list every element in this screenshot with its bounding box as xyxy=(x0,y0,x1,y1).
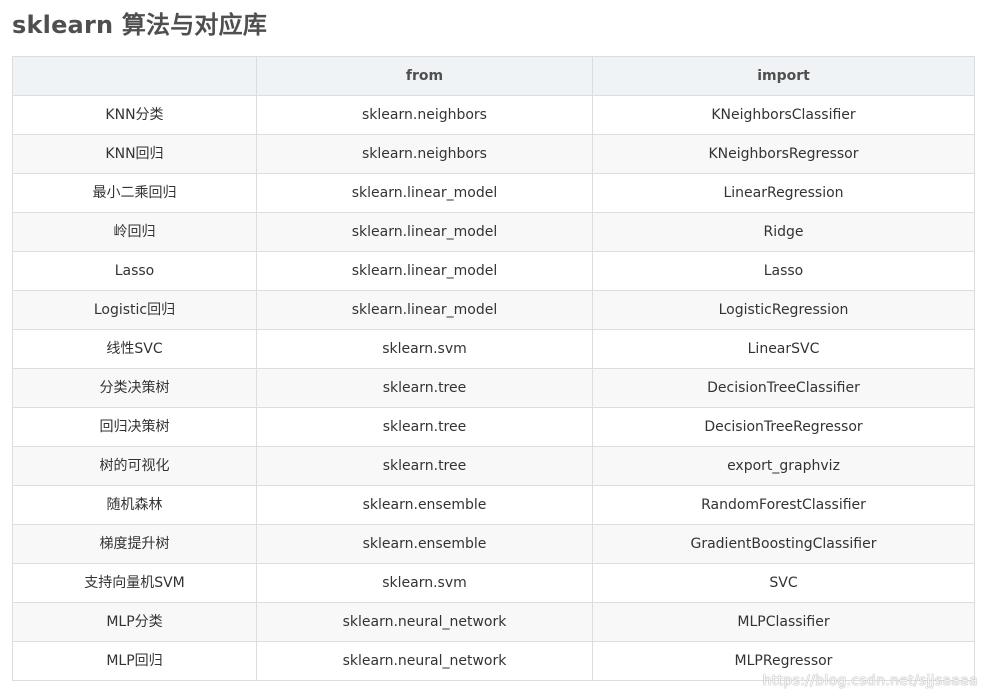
table-row: Logistic回归 sklearn.linear_model LogisticRe… xyxy=(12,290,975,330)
module-cell: sklearn.tree xyxy=(256,446,593,486)
algorithm-cell: 最小二乘回归 xyxy=(12,173,257,213)
module-cell: sklearn.neighbors xyxy=(256,134,593,174)
table-header: from import xyxy=(12,56,975,96)
class-cell: LinearRegression xyxy=(592,173,975,213)
module-cell: sklearn.linear_model xyxy=(256,173,593,213)
algorithm-cell: MLP分类 xyxy=(12,602,257,642)
table-row: 回归决策树 sklearn.tree DecisionTreeRegressor xyxy=(12,407,975,447)
module-cell: sklearn.linear_model xyxy=(256,212,593,252)
table-body: KNN分类 sklearn.neighbors KNeighborsClassifi… xyxy=(12,95,975,681)
table-row: 最小二乘回归 sklearn.linear_model LinearRegressi… xyxy=(12,173,975,213)
table-row: KNN回归 sklearn.neighbors KNeighborsRegresso… xyxy=(12,134,975,174)
table-row: 支持向量机SVM sklearn.svm SVC xyxy=(12,563,975,603)
table-row: 梯度提升树 sklearn.ensemble GradientBoostingCla… xyxy=(12,524,975,564)
algorithm-cell: 树的可视化 xyxy=(12,446,257,486)
module-cell: sklearn.tree xyxy=(256,368,593,408)
class-cell: GradientBoostingClassifier xyxy=(592,524,975,564)
class-cell: LinearSVC xyxy=(592,329,975,369)
class-cell: LogisticRegression xyxy=(592,290,975,330)
class-cell: KNeighborsClassifier xyxy=(592,95,975,135)
module-cell: sklearn.ensemble xyxy=(256,485,593,525)
algorithm-cell: 支持向量机SVM xyxy=(12,563,257,603)
module-cell: sklearn.ensemble xyxy=(256,524,593,564)
algorithm-cell: 随机森林 xyxy=(12,485,257,525)
algorithm-cell: Logistic回归 xyxy=(12,290,257,330)
algorithm-cell: 线性SVC xyxy=(12,329,257,369)
class-cell: RandomForestClassifier xyxy=(592,485,975,525)
table-row: 线性SVC sklearn.svm LinearSVC xyxy=(12,329,975,369)
algorithm-table: from import KNN分类 sklearn.neighbors KNeigh… xyxy=(12,56,975,681)
class-cell: export_graphviz xyxy=(592,446,975,486)
algorithm-cell: 分类决策树 xyxy=(12,368,257,408)
algorithm-cell: 岭回归 xyxy=(12,212,257,252)
table-row: 树的可视化 sklearn.tree export_graphviz xyxy=(12,446,975,486)
algorithm-cell: MLP回归 xyxy=(12,641,257,681)
watermark: https://blog.csdn.net/sjjsaaaa xyxy=(762,673,978,689)
algorithm-cell: 梯度提升树 xyxy=(12,524,257,564)
module-cell: sklearn.svm xyxy=(256,563,593,603)
module-cell: sklearn.svm xyxy=(256,329,593,369)
algorithm-cell: KNN回归 xyxy=(12,134,257,174)
class-cell: DecisionTreeClassifier xyxy=(592,368,975,408)
module-cell: sklearn.linear_model xyxy=(256,290,593,330)
algorithm-cell: 回归决策树 xyxy=(12,407,257,447)
page-title: sklearn 算法与对应库 xyxy=(12,11,268,39)
header-algorithm xyxy=(12,56,257,96)
table-row: MLP分类 sklearn.neural_network MLPClassifier xyxy=(12,602,975,642)
class-cell: Lasso xyxy=(592,251,975,291)
class-cell: MLPClassifier xyxy=(592,602,975,642)
module-cell: sklearn.tree xyxy=(256,407,593,447)
header-from: from xyxy=(256,56,593,96)
class-cell: DecisionTreeRegressor xyxy=(592,407,975,447)
table-row: 岭回归 sklearn.linear_model Ridge xyxy=(12,212,975,252)
algorithm-cell: Lasso xyxy=(12,251,257,291)
module-cell: sklearn.neural_network xyxy=(256,641,593,681)
class-cell: KNeighborsRegressor xyxy=(592,134,975,174)
class-cell: Ridge xyxy=(592,212,975,252)
table-row: KNN分类 sklearn.neighbors KNeighborsClassifi… xyxy=(12,95,975,135)
algorithm-cell: KNN分类 xyxy=(12,95,257,135)
table-row: Lasso sklearn.linear_model Lasso xyxy=(12,251,975,291)
module-cell: sklearn.neighbors xyxy=(256,95,593,135)
table-row: 随机森林 sklearn.ensemble RandomForestClassifi… xyxy=(12,485,975,525)
module-cell: sklearn.neural_network xyxy=(256,602,593,642)
table-header-row: from import xyxy=(12,56,975,96)
class-cell: SVC xyxy=(592,563,975,603)
module-cell: sklearn.linear_model xyxy=(256,251,593,291)
header-import: import xyxy=(592,56,975,96)
table-row: 分类决策树 sklearn.tree DecisionTreeClassifier xyxy=(12,368,975,408)
